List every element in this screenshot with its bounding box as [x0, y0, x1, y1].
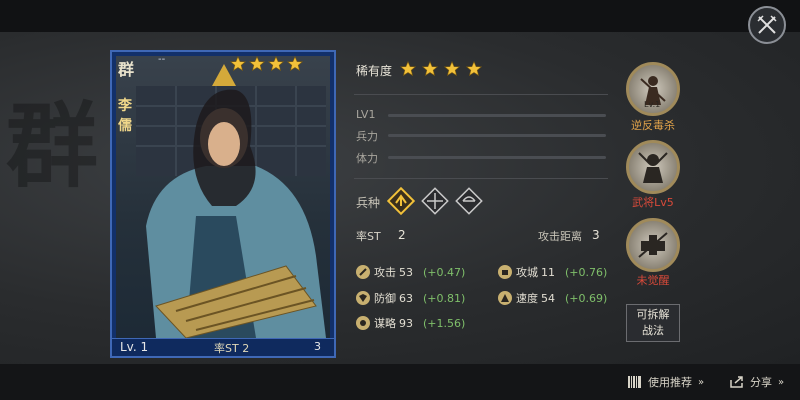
divider — [354, 178, 608, 179]
leadership-value: 2 — [398, 228, 406, 242]
armored-general-icon — [638, 152, 668, 183]
dismantle-skill-button[interactable]: 可拆解 战法 — [626, 304, 680, 342]
skill-slot-3[interactable] — [626, 218, 680, 272]
troop-type-label: 兵种 — [356, 196, 381, 210]
level-label: LV1 — [356, 108, 376, 121]
share-button[interactable]: 分享» — [730, 374, 784, 390]
stamina-bar — [388, 156, 606, 159]
general-name: 李儒 — [118, 98, 132, 134]
divider — [354, 94, 608, 95]
card-stars — [230, 56, 303, 72]
star-icon — [249, 56, 265, 72]
barcode-icon — [628, 376, 641, 388]
card-faction: 群 — [118, 60, 135, 79]
siege-icon — [498, 265, 512, 279]
leadership-label: 率ST — [356, 230, 381, 243]
rarity-label: 稀有度 — [356, 64, 393, 78]
attack-icon — [356, 265, 370, 279]
stat-attack: 攻击 53 (+0.47) — [356, 264, 465, 280]
stat-strategy: 谋略 93 (+1.56) — [356, 315, 465, 331]
attack-range-value: 3 — [592, 228, 600, 242]
level-bar — [388, 114, 606, 117]
background-faction-glyph: 群 — [6, 92, 98, 200]
card-leadership: 率ST 2 — [214, 342, 250, 355]
card-top-dash: -- — [158, 54, 166, 65]
skill-slot-2[interactable] — [626, 140, 680, 194]
skill-1-name: 逆反毒杀 — [631, 119, 675, 132]
skill-2-name: 武将Lv5 — [632, 196, 674, 209]
star-icon — [400, 61, 416, 77]
star-icon — [422, 61, 438, 77]
top-bar — [0, 0, 800, 32]
general-card[interactable]: 群 -- 李儒 Lv. 1 率ST 2 3 — [110, 50, 336, 358]
cavalry-troop-button[interactable] — [386, 186, 416, 216]
star-icon — [287, 56, 303, 72]
defense-icon — [356, 291, 370, 305]
skill-1-level: Lv.1 — [644, 100, 661, 109]
shield-icon — [421, 187, 449, 215]
troops-bar — [388, 134, 606, 137]
star-icon — [466, 61, 482, 77]
close-button[interactable] — [748, 6, 786, 44]
crossed-swords-icon — [757, 15, 777, 34]
bow-troop-button[interactable] — [454, 186, 484, 216]
star-icon — [230, 56, 246, 72]
strategy-icon — [356, 316, 370, 330]
stamina-label: 体力 — [356, 152, 378, 165]
recommend-button[interactable]: 使用推荐» — [628, 374, 704, 390]
rarity-stars — [400, 61, 482, 77]
troops-label: 兵力 — [356, 130, 378, 143]
skill-3-name: 未觉醒 — [636, 274, 670, 287]
share-icon — [730, 376, 743, 388]
cavalry-icon — [387, 187, 415, 215]
general-portrait — [116, 56, 330, 338]
shield-troop-button[interactable] — [420, 186, 450, 216]
card-level: Lv. 1 — [120, 340, 149, 354]
attack-range-label: 攻击距离 — [538, 230, 582, 243]
star-icon — [444, 61, 460, 77]
stat-siege: 攻城 11 (+0.76) — [498, 264, 607, 280]
card-troop-count: 3 — [314, 340, 321, 353]
card-footer: Lv. 1 率ST 2 3 — [112, 338, 334, 356]
stat-defense: 防御 63 (+0.81) — [356, 290, 465, 306]
stat-speed: 速度 54 (+0.69) — [498, 290, 607, 306]
speed-icon — [498, 291, 512, 305]
locked-scroll-icon — [638, 232, 668, 258]
bow-icon — [455, 187, 483, 215]
star-icon — [268, 56, 284, 72]
